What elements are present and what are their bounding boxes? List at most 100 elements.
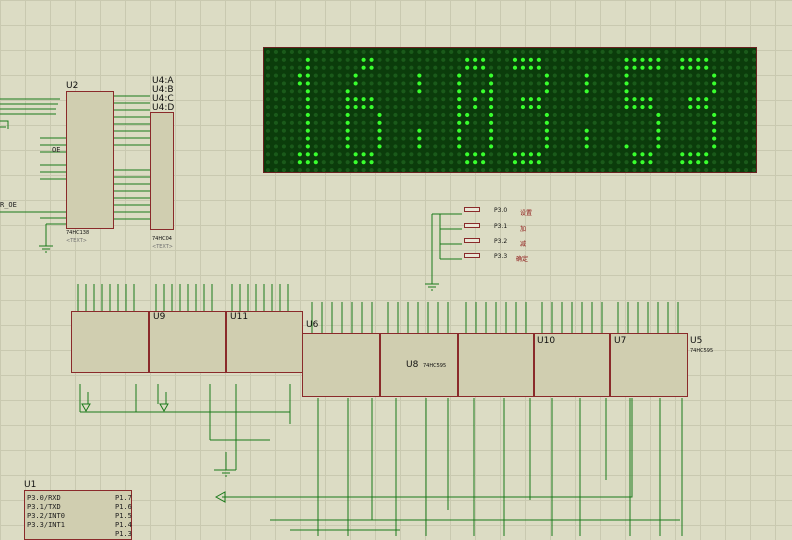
led-dot bbox=[680, 104, 685, 110]
led-dot bbox=[680, 144, 685, 149]
u8-chip[interactable] bbox=[380, 333, 458, 397]
led-dot bbox=[409, 128, 414, 133]
led-dot bbox=[592, 104, 597, 110]
led-dot bbox=[433, 112, 438, 118]
led-dot bbox=[401, 152, 406, 157]
led-dot bbox=[337, 112, 342, 118]
led-dot bbox=[584, 81, 589, 86]
led-dot bbox=[377, 89, 382, 94]
led-dot bbox=[385, 160, 390, 165]
led-dot bbox=[640, 128, 645, 133]
led-dot bbox=[297, 49, 302, 55]
button-p31[interactable] bbox=[464, 223, 480, 228]
led-dot bbox=[504, 152, 510, 157]
u1-pin-r4: P1.3 bbox=[115, 530, 132, 538]
led-dot bbox=[632, 167, 637, 173]
led-dot bbox=[449, 57, 454, 62]
button-p30[interactable] bbox=[464, 207, 480, 212]
u2-chip[interactable] bbox=[66, 91, 114, 229]
button-p32[interactable] bbox=[464, 238, 480, 243]
led-dot bbox=[481, 104, 486, 110]
led-dot bbox=[353, 167, 358, 173]
led-dot bbox=[688, 136, 693, 141]
led-dot bbox=[560, 167, 565, 173]
led-dot bbox=[608, 136, 613, 141]
led-dot bbox=[664, 152, 669, 157]
led-dot bbox=[616, 128, 621, 133]
led-dot bbox=[329, 128, 334, 133]
led-dot bbox=[321, 160, 326, 165]
led-dot bbox=[632, 144, 637, 149]
led-dot bbox=[600, 152, 605, 157]
led-dot bbox=[680, 112, 685, 118]
led-dot bbox=[441, 160, 446, 165]
led-dot bbox=[305, 73, 310, 78]
led-dot bbox=[656, 65, 661, 70]
led-dot bbox=[608, 152, 613, 157]
led-dot bbox=[560, 112, 565, 118]
led-dot bbox=[401, 97, 406, 102]
button-p33[interactable] bbox=[464, 253, 480, 258]
led-dot bbox=[321, 167, 326, 173]
led-dot bbox=[273, 152, 279, 157]
led-dot bbox=[528, 136, 534, 141]
led-dot bbox=[720, 152, 725, 157]
led-dot bbox=[377, 128, 382, 133]
u7-chip[interactable] bbox=[458, 333, 534, 397]
led-dot bbox=[273, 73, 279, 78]
led-dot bbox=[536, 112, 541, 118]
led-dot bbox=[329, 65, 334, 70]
led-dot bbox=[465, 49, 470, 55]
led-dot bbox=[632, 160, 637, 165]
led-dot bbox=[656, 73, 661, 78]
led-dot bbox=[345, 73, 350, 78]
led-dot bbox=[728, 97, 733, 102]
led-dot bbox=[552, 104, 557, 110]
led-dot bbox=[369, 97, 374, 102]
led-dot bbox=[433, 152, 438, 157]
u10-chip[interactable] bbox=[71, 311, 149, 373]
led-dot bbox=[496, 89, 502, 94]
u6-ref: U6 bbox=[306, 320, 319, 330]
led-dot bbox=[568, 89, 573, 94]
led-dot bbox=[712, 120, 717, 125]
led-dot bbox=[735, 104, 741, 110]
led-dot bbox=[441, 120, 446, 125]
led-dot bbox=[704, 144, 709, 149]
led-dot bbox=[417, 167, 422, 173]
led-dot bbox=[281, 167, 287, 173]
u4-inverter-stack[interactable] bbox=[150, 112, 174, 230]
led-dot bbox=[345, 81, 350, 86]
led-dot bbox=[305, 144, 310, 149]
led-dot bbox=[552, 49, 557, 55]
led-dot bbox=[528, 128, 534, 133]
led-dot bbox=[321, 57, 326, 62]
led-dot bbox=[608, 73, 613, 78]
led-dot bbox=[751, 152, 757, 157]
led-dot bbox=[305, 97, 310, 102]
led-dot bbox=[265, 89, 271, 94]
led-dot bbox=[401, 128, 406, 133]
led-dot bbox=[743, 104, 749, 110]
led-dot bbox=[393, 167, 398, 173]
led-dot bbox=[417, 120, 422, 125]
led-matrix-display[interactable] bbox=[263, 47, 757, 173]
led-dot bbox=[720, 65, 725, 70]
led-dot bbox=[488, 81, 494, 86]
u6-chip[interactable] bbox=[302, 333, 380, 397]
led-dot bbox=[409, 167, 414, 173]
led-dot bbox=[743, 57, 749, 62]
led-dot bbox=[592, 89, 597, 94]
led-dot bbox=[672, 104, 677, 110]
led-dot bbox=[512, 167, 518, 173]
led-dot bbox=[688, 89, 693, 94]
led-dot bbox=[528, 49, 534, 55]
led-dot bbox=[544, 49, 549, 55]
led-dot bbox=[337, 128, 342, 133]
led-dot bbox=[417, 152, 422, 157]
led-dot bbox=[369, 89, 374, 94]
led-dot bbox=[481, 65, 486, 70]
led-dot bbox=[743, 136, 749, 141]
led-dot bbox=[496, 160, 502, 165]
led-dot bbox=[504, 81, 510, 86]
